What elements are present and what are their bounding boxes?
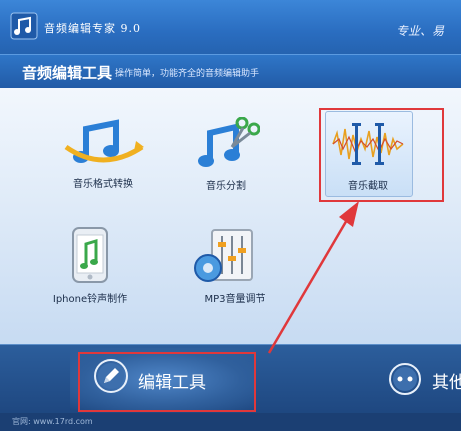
app-logo-icon	[10, 12, 38, 40]
tool-music-convert[interactable]: 音乐格式转换	[48, 117, 158, 192]
highlight-box-crop	[319, 108, 444, 202]
music-convert-icon	[64, 119, 144, 163]
iphone-ringtone-icon	[72, 227, 108, 283]
slogan-text: 专业、易	[396, 24, 445, 38]
more-icon[interactable]	[388, 362, 422, 396]
music-split-icon	[198, 117, 260, 167]
tool-label: Iphone铃声制作	[52, 294, 128, 305]
highlight-box-nav	[78, 352, 256, 412]
nav-other-label[interactable]: 其他	[432, 368, 461, 393]
tool-label: 音乐格式转换	[73, 179, 133, 190]
tool-iphone-ringtone[interactable]: Iphone铃声制作	[35, 226, 145, 306]
tool-music-split[interactable]: 音乐分割	[171, 117, 281, 192]
footer-website: 官网: www.17rd.com	[12, 417, 93, 426]
tool-label: 音乐分割	[206, 181, 246, 192]
mp3-volume-icon	[194, 229, 253, 282]
section-title: 音频编辑工具	[22, 64, 113, 82]
section-subtitle: 操作简单，功能齐全的音频编辑助手	[115, 69, 260, 79]
red-arrow-annotation	[267, 201, 359, 354]
app-title: 音频编辑专家 9.0	[44, 22, 141, 35]
